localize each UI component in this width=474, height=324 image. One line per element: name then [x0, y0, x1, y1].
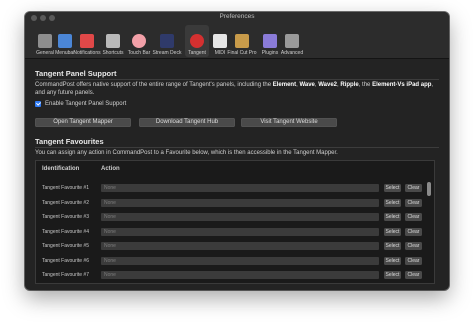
preferences-window: Preferences General Menubar Notifications S… [25, 12, 449, 290]
action-field[interactable]: None [101, 227, 379, 236]
scrollbar-thumb[interactable] [427, 182, 431, 196]
clear-button[interactable]: Clear [405, 184, 422, 192]
col-action-header: Action [101, 166, 120, 172]
toolbar-item-final-cut-pro[interactable]: Final Cut Pro [227, 25, 257, 57]
toolbar-item-label: Advanced [280, 50, 304, 56]
action-field[interactable]: None [101, 256, 379, 265]
midi-keyboard-icon [213, 34, 227, 48]
divider [35, 79, 439, 80]
favourite-id: Tangent Favourite #2 [42, 199, 89, 206]
table-row: Tangent Favourite #5 None Select Clear [36, 240, 426, 255]
toolbar-item-tangent[interactable]: Tangent [185, 25, 209, 57]
toolbar-item-shortcuts[interactable]: Shortcuts [101, 25, 125, 57]
select-button[interactable]: Select [384, 256, 401, 265]
divider [35, 147, 439, 148]
select-button[interactable]: Select [384, 184, 401, 192]
stream-deck-icon [160, 34, 174, 48]
toolbar-item-label: Touch Bar [127, 50, 151, 56]
toolbar-item-touch-bar[interactable]: Touch Bar [127, 25, 151, 57]
toolbar-item-stream-deck[interactable]: Stream Deck [152, 25, 182, 57]
clear-button[interactable]: Clear [405, 256, 422, 265]
favourite-id: Tangent Favourite #6 [42, 257, 89, 264]
toolbar-item-label: Plugins [261, 50, 279, 56]
clear-button[interactable]: Clear [405, 227, 422, 236]
action-field[interactable]: None [101, 213, 379, 221]
open-tangent-mapper-button[interactable]: Open Tangent Mapper [35, 118, 131, 127]
visit-tangent-website-button[interactable]: Visit Tangent Website [241, 118, 337, 127]
toolbar-item-plugins[interactable]: Plugins [258, 25, 282, 57]
favourites-scrollbar[interactable] [427, 182, 431, 279]
enable-tangent-row[interactable]: Enable Tangent Panel Support [35, 101, 126, 107]
plugins-icon [263, 34, 277, 48]
table-row: Tangent Favourite #3 None Select Clear [36, 211, 426, 226]
clear-button[interactable]: Clear [405, 242, 422, 250]
favourites-description: You can assign any action in CommandPost… [35, 150, 338, 156]
table-row: Tangent Favourite #7 None Select Clear [36, 269, 426, 284]
select-button[interactable]: Select [384, 271, 401, 279]
advanced-gear-icon [285, 34, 299, 48]
keyboard-icon [106, 34, 120, 48]
touch-bar-icon [132, 34, 146, 48]
table-row: Tangent Favourite #1 None Select Clear [36, 182, 426, 197]
favourite-id: Tangent Favourite #1 [42, 185, 89, 191]
notifications-icon [80, 34, 94, 48]
toolbar-item-advanced[interactable]: Advanced [280, 25, 304, 57]
table-row: Tangent Favourite #2 None Select Clear [36, 197, 426, 212]
preferences-toolbar: General Menubar Notifications Shortcuts Touc… [25, 24, 449, 59]
support-heading: Tangent Panel Support [35, 69, 117, 78]
select-button[interactable]: Select [384, 242, 401, 250]
action-field[interactable]: None [101, 242, 379, 250]
select-button[interactable]: Select [384, 213, 401, 221]
favourite-id: Tangent Favourite #7 [42, 272, 89, 278]
col-identification-header: Identification [42, 166, 80, 172]
action-field[interactable]: None [101, 198, 379, 207]
favourite-id: Tangent Favourite #5 [42, 243, 89, 249]
select-button[interactable]: Select [384, 198, 401, 207]
toolbar-item-label: General [36, 50, 54, 56]
toolbar-item-label: Stream Deck [152, 50, 182, 56]
table-row: Tangent Favourite #6 None Select Clear [36, 255, 426, 270]
gear-panel-icon [38, 34, 52, 48]
tangent-panel: Tangent Panel Support CommandPost offers… [25, 59, 449, 290]
title-bar: Preferences [25, 12, 449, 24]
clear-button[interactable]: Clear [405, 213, 422, 221]
support-description: CommandPost offers native support of the… [35, 82, 434, 96]
favourite-id: Tangent Favourite #4 [42, 228, 89, 235]
favourite-id: Tangent Favourite #3 [42, 214, 89, 220]
toolbar-item-label: Tangent [188, 50, 206, 56]
toolbar-item-label: MIDI [214, 50, 226, 56]
window-title: Preferences [219, 13, 255, 20]
download-tangent-hub-button[interactable]: Download Tangent Hub [139, 118, 235, 127]
table-row: Tangent Favourite #4 None Select Clear [36, 226, 426, 241]
enable-tangent-label: Enable Tangent Panel Support [45, 101, 127, 107]
toolbar-item-label: Final Cut Pro [227, 50, 257, 56]
toolbar-item-label: Menubar [55, 50, 75, 56]
toolbar-item-label: Notifications [73, 50, 101, 56]
favourites-heading: Tangent Favourites [35, 137, 104, 146]
toolbar-item-notifications[interactable]: Notifications [73, 25, 101, 57]
toolbar-item-label: Shortcuts [102, 50, 124, 56]
enable-tangent-checkbox[interactable] [35, 101, 41, 107]
tangent-icon [190, 34, 204, 48]
clear-button[interactable]: Clear [405, 198, 422, 207]
clear-button[interactable]: Clear [405, 271, 422, 279]
final-cut-pro-icon [235, 34, 249, 48]
menubar-icon [58, 34, 72, 48]
action-field[interactable]: None [101, 184, 379, 192]
action-field[interactable]: None [101, 271, 379, 279]
favourites-table: Identification Action Tangent Favourite … [35, 160, 435, 284]
select-button[interactable]: Select [384, 227, 401, 236]
